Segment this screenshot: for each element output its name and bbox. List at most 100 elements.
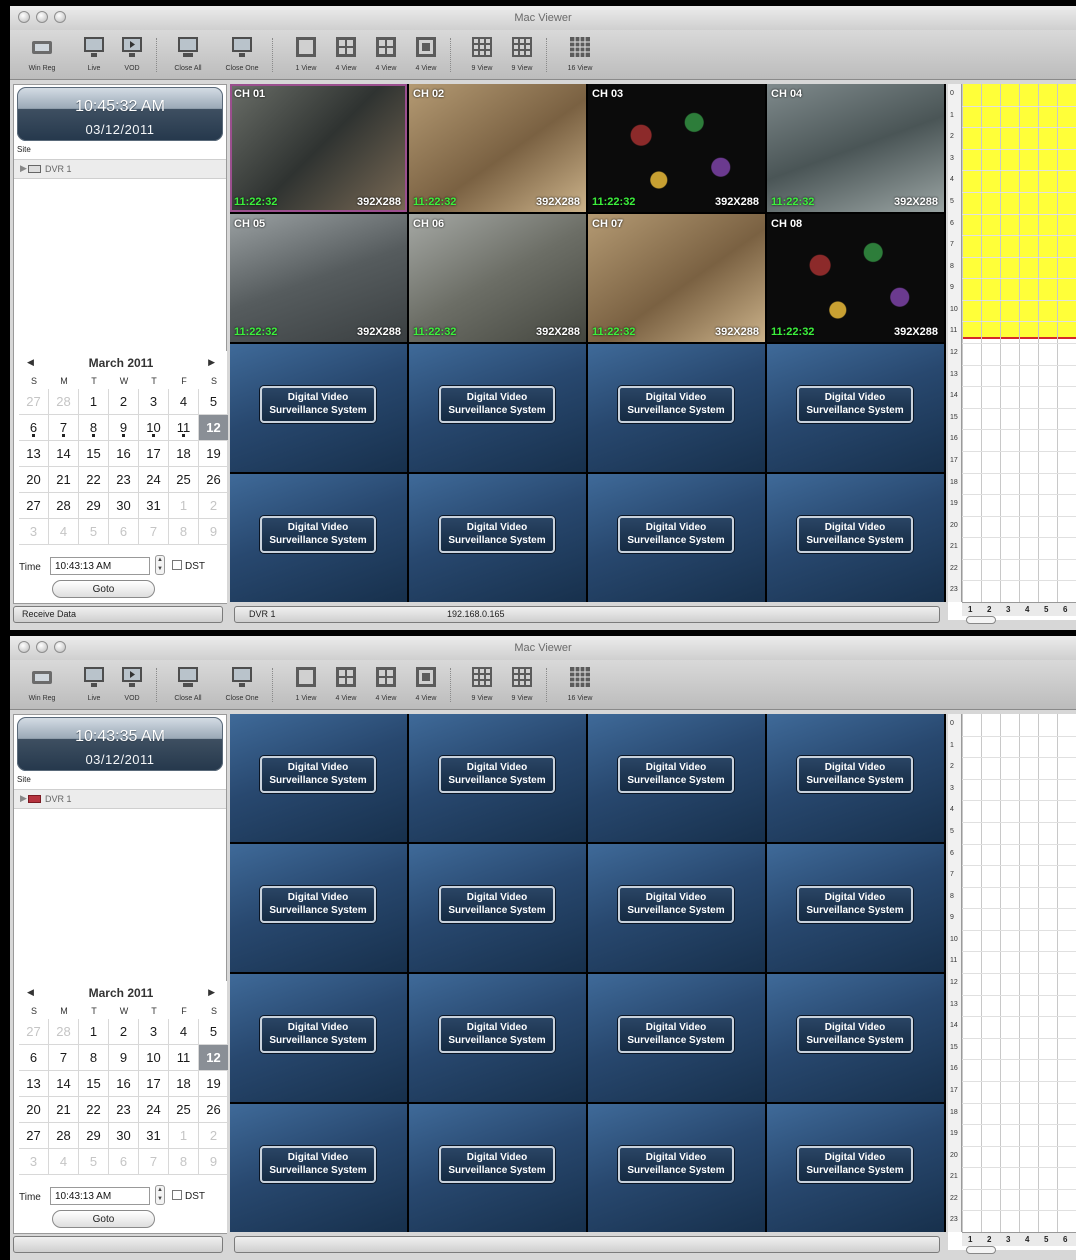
dst-checkbox[interactable] bbox=[172, 560, 182, 570]
calendar-day[interactable]: 5 bbox=[79, 519, 109, 545]
view-9b-button[interactable]: 9 View bbox=[504, 34, 540, 78]
calendar-day[interactable]: 12 bbox=[199, 415, 229, 441]
calendar-day[interactable]: 10 bbox=[139, 1045, 169, 1071]
calendar-day[interactable]: 1 bbox=[79, 1019, 109, 1045]
empty-channel-tile[interactable]: Digital Video Surveillance System bbox=[588, 344, 765, 472]
empty-channel-tile[interactable]: Digital Video Surveillance System bbox=[767, 1104, 944, 1232]
time-field[interactable]: 10:43:13 AM bbox=[50, 557, 150, 575]
channel-number[interactable]: 4 bbox=[1025, 605, 1029, 614]
calendar-day[interactable]: 11 bbox=[169, 1045, 199, 1071]
channel-number[interactable]: 3 bbox=[1006, 605, 1010, 614]
live-button[interactable]: Live bbox=[76, 34, 112, 78]
calendar-day[interactable]: 8 bbox=[169, 1149, 199, 1175]
site-tree-item-dvr1[interactable]: ▶ DVR 1 bbox=[14, 159, 226, 179]
calendar-day[interactable]: 5 bbox=[199, 389, 229, 415]
calendar-day[interactable]: 27 bbox=[19, 493, 49, 519]
camera-tile-ch07[interactable]: CH 07 11:22:32 392X288 bbox=[588, 214, 765, 342]
calendar-day[interactable]: 7 bbox=[49, 1045, 79, 1071]
view-1-button[interactable]: 1 View bbox=[288, 34, 324, 78]
channel-number[interactable]: 6 bbox=[1063, 605, 1067, 614]
calendar-day[interactable]: 5 bbox=[199, 1019, 229, 1045]
empty-channel-tile[interactable]: Digital Video Surveillance System bbox=[588, 844, 765, 972]
empty-channel-tile[interactable]: Digital Video Surveillance System bbox=[588, 974, 765, 1102]
calendar-day[interactable]: 15 bbox=[79, 441, 109, 467]
empty-channel-tile[interactable]: Digital Video Surveillance System bbox=[230, 974, 407, 1102]
calendar-day[interactable]: 17 bbox=[139, 1071, 169, 1097]
calendar-day[interactable]: 11 bbox=[169, 415, 199, 441]
calendar-day[interactable]: 19 bbox=[199, 1071, 229, 1097]
calendar-day[interactable]: 2 bbox=[199, 1123, 229, 1149]
empty-channel-tile[interactable]: Digital Video Surveillance System bbox=[767, 844, 944, 972]
timeline-scrollbar[interactable] bbox=[966, 616, 996, 624]
close-all-button[interactable]: Close All bbox=[170, 664, 206, 708]
calendar-day[interactable]: 18 bbox=[169, 441, 199, 467]
view-16-button[interactable]: 16 View bbox=[562, 664, 598, 708]
empty-channel-tile[interactable]: Digital Video Surveillance System bbox=[230, 1104, 407, 1232]
empty-channel-tile[interactable]: Digital Video Surveillance System bbox=[588, 714, 765, 842]
view-4c-button[interactable]: 4 View bbox=[408, 664, 444, 708]
win-reg-button[interactable]: Win Reg bbox=[24, 664, 60, 708]
channel-number[interactable]: 5 bbox=[1044, 1235, 1048, 1244]
calendar-day[interactable]: 31 bbox=[139, 493, 169, 519]
calendar-day[interactable]: 7 bbox=[139, 1149, 169, 1175]
calendar-day[interactable]: 27 bbox=[19, 389, 49, 415]
empty-channel-tile[interactable]: Digital Video Surveillance System bbox=[767, 474, 944, 602]
calendar-day[interactable]: 16 bbox=[109, 1071, 139, 1097]
calendar-day[interactable]: 8 bbox=[169, 519, 199, 545]
calendar-day[interactable]: 1 bbox=[169, 1123, 199, 1149]
title-bar[interactable]: Mac Viewer bbox=[10, 6, 1076, 30]
view-4b-button[interactable]: 4 View bbox=[368, 664, 404, 708]
empty-channel-tile[interactable]: Digital Video Surveillance System bbox=[409, 344, 586, 472]
view-4b-button[interactable]: 4 View bbox=[368, 34, 404, 78]
next-month-icon[interactable]: ▶ bbox=[208, 357, 215, 368]
calendar-day[interactable]: 27 bbox=[19, 1019, 49, 1045]
calendar-day[interactable]: 26 bbox=[199, 467, 229, 493]
camera-tile-ch06[interactable]: CH 06 11:22:32 392X288 bbox=[409, 214, 586, 342]
calendar-day[interactable]: 24 bbox=[139, 467, 169, 493]
view-4a-button[interactable]: 4 View bbox=[328, 34, 364, 78]
calendar-day[interactable]: 21 bbox=[49, 467, 79, 493]
recording-timeline[interactable]: 0 1 2 3 4 5 6 7 8 9 10 11 12 13 14 15 16 17 18 19 20 21 22 23 1 2… bbox=[948, 714, 1076, 1254]
calendar-day[interactable]: 18 bbox=[169, 1071, 199, 1097]
camera-tile-ch08[interactable]: CH 08 11:22:32 392X288 bbox=[767, 214, 944, 342]
calendar-day[interactable]: 8 bbox=[79, 415, 109, 441]
empty-channel-tile[interactable]: Digital Video Surveillance System bbox=[409, 714, 586, 842]
calendar-day[interactable]: 23 bbox=[109, 467, 139, 493]
calendar-day[interactable]: 31 bbox=[139, 1123, 169, 1149]
time-stepper[interactable]: ▲ ▼ bbox=[155, 1185, 165, 1205]
calendar-day[interactable]: 3 bbox=[139, 389, 169, 415]
camera-tile-ch04[interactable]: CH 04 11:22:32 392X288 bbox=[767, 84, 944, 212]
calendar-day[interactable]: 1 bbox=[79, 389, 109, 415]
calendar-day[interactable]: 3 bbox=[139, 1019, 169, 1045]
empty-channel-tile[interactable]: Digital Video Surveillance System bbox=[409, 974, 586, 1102]
view-16-button[interactable]: 16 View bbox=[562, 34, 598, 78]
disclosure-triangle-icon[interactable]: ▶ bbox=[20, 163, 27, 174]
calendar-day[interactable]: 1 bbox=[169, 493, 199, 519]
calendar-day[interactable]: 6 bbox=[109, 1149, 139, 1175]
calendar-day[interactable]: 10 bbox=[139, 415, 169, 441]
camera-tile-ch03[interactable]: CH 03 11:22:32 392X288 bbox=[588, 84, 765, 212]
close-one-button[interactable]: Close One bbox=[224, 34, 260, 78]
timeline-grid[interactable] bbox=[962, 84, 1076, 602]
calendar-day[interactable]: 4 bbox=[169, 389, 199, 415]
camera-tile-ch01[interactable]: CH 01 11:22:32 392X288 bbox=[230, 84, 407, 212]
empty-channel-tile[interactable]: Digital Video Surveillance System bbox=[767, 974, 944, 1102]
channel-number[interactable]: 5 bbox=[1044, 605, 1048, 614]
calendar-day[interactable]: 27 bbox=[19, 1123, 49, 1149]
calendar-day[interactable]: 30 bbox=[109, 493, 139, 519]
title-bar[interactable]: Mac Viewer bbox=[10, 636, 1076, 660]
recording-timeline[interactable]: 0 1 2 3 4 5 6 7 8 9 10 11 12 13 14 15 16 17 18 19 20 21 22 23 1 2… bbox=[948, 84, 1076, 624]
calendar-day[interactable]: 6 bbox=[19, 415, 49, 441]
empty-channel-tile[interactable]: Digital Video Surveillance System bbox=[230, 714, 407, 842]
calendar-day[interactable]: 3 bbox=[19, 1149, 49, 1175]
channel-number[interactable]: 1 bbox=[968, 605, 972, 614]
channel-number[interactable]: 2 bbox=[987, 605, 991, 614]
calendar-day[interactable]: 25 bbox=[169, 467, 199, 493]
view-4a-button[interactable]: 4 View bbox=[328, 664, 364, 708]
win-reg-button[interactable]: Win Reg bbox=[24, 34, 60, 78]
calendar-day[interactable]: 28 bbox=[49, 493, 79, 519]
calendar-day[interactable]: 20 bbox=[19, 1097, 49, 1123]
camera-tile-ch05[interactable]: CH 05 11:22:32 392X288 bbox=[230, 214, 407, 342]
calendar-day[interactable]: 4 bbox=[169, 1019, 199, 1045]
channel-number[interactable]: 4 bbox=[1025, 1235, 1029, 1244]
